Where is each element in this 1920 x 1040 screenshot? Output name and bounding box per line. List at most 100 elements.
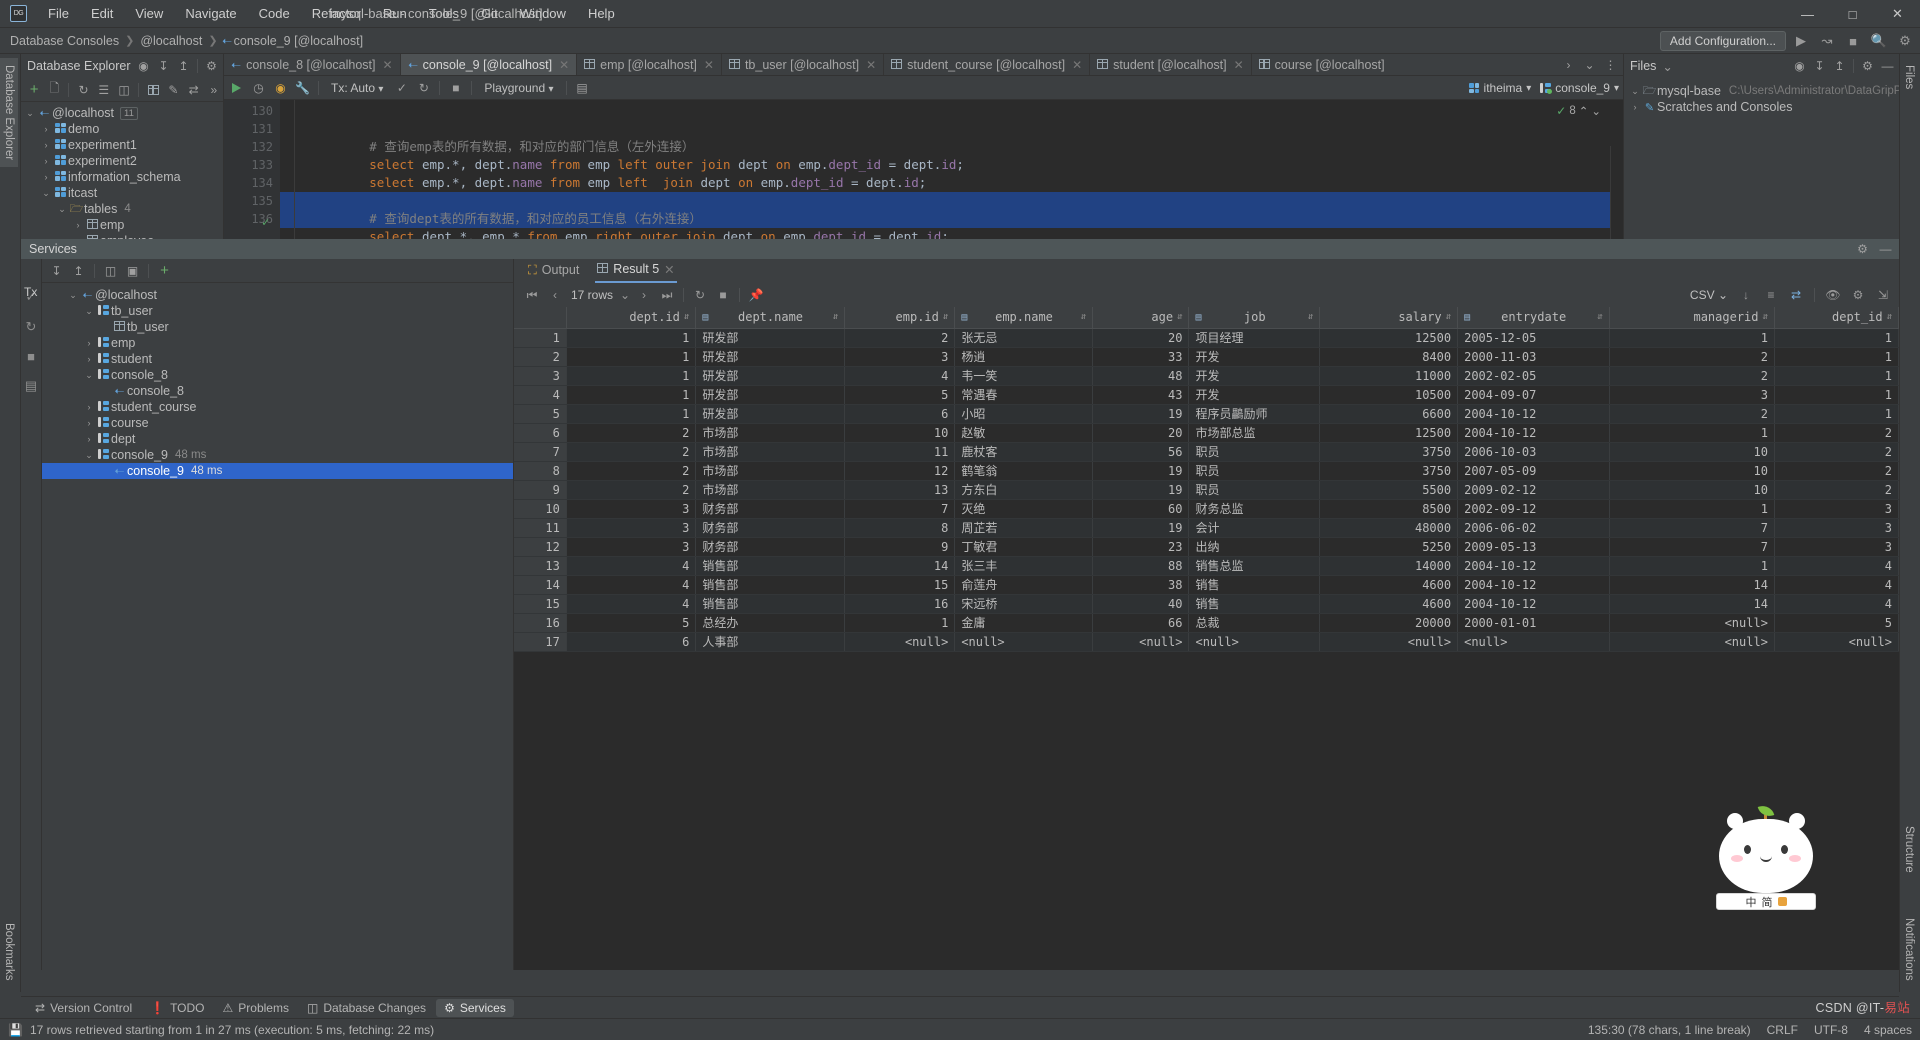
hide-icon[interactable]: — [1876,240,1895,259]
table-cell[interactable]: 11000 [1319,366,1459,386]
table-cell[interactable]: 1 [1609,499,1775,519]
services-node-student[interactable]: › student [42,351,513,367]
table-cell[interactable]: 研发部 [695,385,846,405]
table-cell[interactable]: 43 [1092,385,1190,405]
pin-icon[interactable]: 📌 [746,285,766,305]
table-cell[interactable]: 销售 [1188,575,1321,595]
table-cell[interactable]: 2009-05-13 [1457,537,1610,557]
editor-tab-tb-user[interactable]: tb_user [@localhost] ✕ [722,54,885,75]
table-cell[interactable]: 60 [1092,499,1190,519]
table-cell[interactable]: 丁敏君 [954,537,1094,557]
grid-header-dept-name[interactable]: ▤ dept.name ⇵ [695,307,846,329]
add-tab-icon[interactable]: ▣ [123,261,142,280]
collapse-all-icon[interactable]: ↥ [1830,57,1849,76]
tree-node-emp[interactable]: › emp [21,217,223,233]
rows-count-label[interactable]: 17 rows [568,288,616,302]
table-cell[interactable]: 研发部 [695,347,846,367]
grid-header-salary[interactable]: salary ⇵ [1319,307,1459,329]
grid-header-job[interactable]: ▤ job ⇵ [1188,307,1321,329]
table-cell[interactable]: 2004-10-12 [1457,594,1610,614]
collapse-all-icon[interactable]: ↥ [69,261,88,280]
tree-node-tables[interactable]: ⌄ 🗁 tables 4 [21,201,223,217]
table-cell[interactable]: 10 [844,423,956,443]
table-cell[interactable]: 杨逍 [954,347,1094,367]
table-cell[interactable]: 5 [1774,613,1899,633]
sidebar-item-database-explorer[interactable]: Database Explorer [0,58,18,168]
table-row[interactable]: 16 5 总经办 1 金庸 66 总裁 20000 2000-01-01 <null> 5 [514,613,1899,633]
table-cell[interactable]: 10 [1609,442,1775,462]
more-icon[interactable]: » [205,80,223,99]
table-row[interactable]: 1 1 研发部 2 张无忌 20 项目经理 12500 2005-12-05 1 1 [514,328,1899,348]
table-cell[interactable]: 15 [844,575,956,595]
table-cell[interactable]: 4 [1774,575,1899,595]
chevron-down-icon[interactable]: ⌄ [66,290,80,301]
menu-item-edit[interactable]: Edit [80,3,124,24]
locate-icon[interactable]: ◉ [1790,57,1809,76]
tool-window-services[interactable]: ⚙ Services [436,998,514,1017]
breadcrumb-database-consoles[interactable]: Database Consoles [8,34,121,48]
minimize-button[interactable]: — [1785,0,1830,28]
tool-window-problems[interactable]: ⚠ Problems [215,999,297,1017]
rollback-icon[interactable]: ↻ [26,319,37,335]
chevron-right-icon[interactable]: › [1628,102,1642,112]
sort-icon[interactable]: ⇵ [1763,312,1768,322]
table-cell[interactable]: 33 [1092,347,1190,367]
table-cell[interactable]: 俞莲舟 [954,575,1094,595]
maximize-button[interactable]: □ [1830,0,1875,28]
table-row[interactable]: 14 4 销售部 15 俞莲舟 38 销售 4600 2004-10-12 14 4 [514,575,1899,595]
close-button[interactable]: ✕ [1875,0,1920,28]
table-row[interactable]: 10 3 财务部 7 灭绝 60 财务总监 8500 2002-09-12 1 3 [514,499,1899,519]
table-cell[interactable]: 1 [566,404,697,424]
expand-icon[interactable]: ⇲ [1873,285,1893,305]
menu-item-code[interactable]: Code [248,3,301,24]
services-node-localhost[interactable]: ⌄ ➝ @localhost [42,287,513,303]
sort-icon[interactable]: ⇵ [943,312,948,322]
table-cell[interactable]: 财务部 [695,518,846,538]
chevron-down-icon[interactable]: ⌄ [1591,104,1601,118]
table-cell[interactable]: 8 [844,518,956,538]
table-row[interactable]: 15 4 销售部 16 宋远桥 40 销售 4600 2004-10-12 14 4 [514,594,1899,614]
table-cell[interactable]: 23 [1092,537,1190,557]
commit-icon[interactable]: ✓ [392,78,411,97]
collapse-all-icon[interactable]: ↥ [174,57,193,76]
group-icon[interactable]: ◫ [101,261,120,280]
table-cell[interactable]: 2 [1609,404,1775,424]
table-cell[interactable]: 7 [1609,518,1775,538]
sort-icon[interactable]: ⇵ [1887,312,1892,322]
chevron-right-icon[interactable]: › [39,172,53,182]
table-row[interactable]: 12 3 财务部 9 丁敏君 23 出纳 5250 2009-05-13 7 3 [514,537,1899,557]
grid-header-age[interactable]: age ⇵ [1092,307,1190,329]
sidebar-item-structure[interactable]: Structure [1900,819,1918,880]
table-cell[interactable]: 1 [1774,404,1899,424]
table-cell[interactable]: 4 [1774,556,1899,576]
table-cell[interactable]: 销售部 [695,594,846,614]
chevron-down-icon[interactable]: ⌄ [82,306,96,317]
table-cell[interactable]: 职员 [1188,461,1321,481]
table-cell[interactable]: 2004-10-12 [1457,556,1610,576]
table-cell[interactable]: 赵敏 [954,423,1094,443]
table-row[interactable]: 5 1 研发部 6 小昭 19 程序员鸓励师 6600 2004-10-12 2 1 [514,404,1899,424]
table-row[interactable]: 8 2 市场部 12 鹤笔翁 19 职员 3750 2007-05-09 10 2 [514,461,1899,481]
table-cell[interactable]: 3 [1609,385,1775,405]
table-cell[interactable]: 3750 [1319,442,1459,462]
tree-node-demo[interactable]: › demo [21,121,223,137]
table-cell[interactable]: 4 [566,594,697,614]
table-cell[interactable]: 3750 [1319,461,1459,481]
table-cell[interactable]: 9 [844,537,956,557]
table-cell[interactable]: 88 [1092,556,1190,576]
table-cell[interactable]: 66 [1092,613,1190,633]
breadcrumb-console-9[interactable]: console_9 [@localhost] [232,34,365,48]
tree-node-experiment1[interactable]: › experiment1 [21,137,223,153]
table-cell[interactable]: <null> [1092,632,1190,652]
table-cell[interactable]: 总裁 [1188,613,1321,633]
table-cell[interactable]: 16 [844,594,956,614]
table-cell[interactable]: <null> [1609,632,1775,652]
sidebar-item-bookmarks[interactable]: Bookmarks [0,916,18,988]
table-cell[interactable]: 2002-02-05 [1457,366,1610,386]
table-cell[interactable]: 张无忌 [954,328,1094,348]
table-cell[interactable]: 20000 [1319,613,1459,633]
table-cell[interactable]: 2009-02-12 [1457,480,1610,500]
table-cell[interactable]: 5 [844,385,956,405]
table-cell[interactable]: 14 [1609,575,1775,595]
table-cell[interactable]: 4600 [1319,594,1459,614]
